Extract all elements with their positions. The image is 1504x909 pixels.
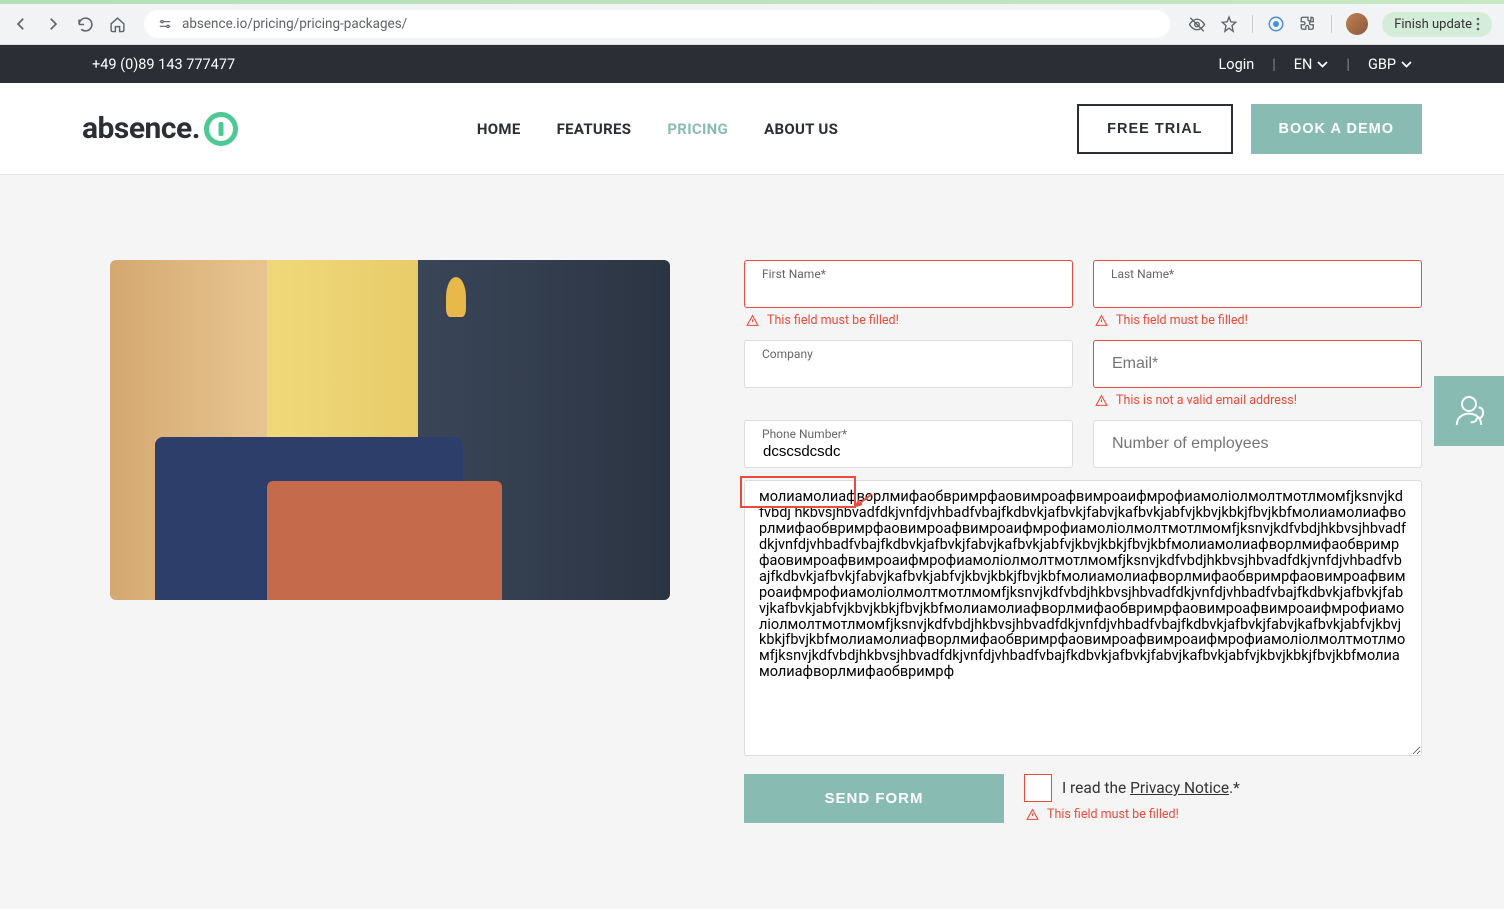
logo-icon	[204, 112, 238, 146]
book-demo-button[interactable]: BOOK A DEMO	[1251, 104, 1422, 154]
browser-reload-icon[interactable]	[76, 15, 94, 33]
message-field[interactable]	[744, 480, 1422, 756]
login-link[interactable]: Login	[1218, 56, 1254, 73]
browser-forward-icon[interactable]	[44, 15, 62, 33]
privacy-label: I read the Privacy Notice.*	[1062, 779, 1240, 797]
company-label: Company	[762, 347, 813, 361]
browser-toolbar: absence.io/pricing/pricing-packages/ Fin…	[0, 4, 1504, 45]
browser-url-text: absence.io/pricing/pricing-packages/	[182, 16, 407, 32]
finish-update-label: Finish update	[1394, 17, 1472, 32]
nav-pricing[interactable]: PRICING	[667, 120, 728, 138]
browser-home-icon[interactable]	[108, 15, 126, 33]
send-form-button[interactable]: SEND FORM	[744, 774, 1004, 823]
last-name-label: Last Name*	[1111, 267, 1174, 281]
bookmark-star-icon[interactable]	[1220, 15, 1238, 33]
privacy-notice-link[interactable]: Privacy Notice	[1130, 779, 1229, 797]
currency-selector[interactable]: GBP	[1368, 56, 1412, 73]
first-name-label: First Name*	[762, 267, 826, 281]
main-header: absence. HOME FEATURES PRICING ABOUT US …	[0, 83, 1504, 175]
logo-text: absence.	[82, 111, 200, 146]
last-name-error: This field must be filled!	[1093, 313, 1422, 328]
finish-update-button[interactable]: Finish update	[1382, 12, 1492, 37]
warning-icon	[1095, 314, 1108, 327]
main-nav: HOME FEATURES PRICING ABOUT US	[477, 120, 838, 138]
chevron-down-icon	[1401, 61, 1412, 68]
topbar-separator: |	[1346, 56, 1350, 73]
nav-home[interactable]: HOME	[477, 120, 521, 138]
chevron-down-icon	[1317, 61, 1328, 68]
top-utility-bar: +49 (0)89 143 777477 Login | EN | GBP	[0, 45, 1504, 83]
headset-icon	[1448, 390, 1490, 432]
hero-image	[110, 260, 670, 600]
extensions-puzzle-icon[interactable]	[1299, 15, 1317, 33]
browser-url-bar[interactable]: absence.io/pricing/pricing-packages/	[144, 10, 1170, 38]
language-label: EN	[1294, 56, 1313, 73]
currency-label: GBP	[1368, 56, 1396, 73]
privacy-error: This field must be filled!	[1024, 807, 1240, 822]
logo[interactable]: absence.	[82, 111, 238, 146]
warning-icon	[746, 314, 759, 327]
profile-avatar[interactable]	[1346, 13, 1368, 35]
site-settings-icon[interactable]	[158, 17, 172, 31]
support-widget[interactable]	[1434, 376, 1504, 446]
warning-icon	[1095, 394, 1108, 407]
warning-icon	[1026, 808, 1039, 821]
main-content: First Name* This field must be filled! L…	[0, 175, 1504, 863]
first-name-error: This field must be filled!	[744, 313, 1073, 328]
privacy-checkbox[interactable]	[1024, 774, 1052, 802]
language-selector[interactable]: EN	[1294, 56, 1329, 73]
nav-about[interactable]: ABOUT US	[764, 120, 838, 138]
topbar-separator: |	[1272, 56, 1276, 73]
employees-field[interactable]	[1093, 420, 1422, 468]
email-field[interactable]	[1093, 340, 1422, 388]
nav-features[interactable]: FEATURES	[557, 120, 632, 138]
eye-off-icon[interactable]	[1188, 15, 1206, 33]
contact-form: First Name* This field must be filled! L…	[744, 260, 1422, 823]
kebab-icon	[1476, 17, 1480, 31]
phone-number: +49 (0)89 143 777477	[92, 56, 235, 73]
browser-back-icon[interactable]	[12, 15, 30, 33]
toolbar-divider	[1331, 15, 1332, 33]
extension-circle-icon[interactable]	[1267, 15, 1285, 33]
phone-label: Phone Number*	[762, 427, 847, 441]
email-error: This is not a valid email address!	[1093, 393, 1422, 408]
toolbar-divider	[1252, 15, 1253, 33]
free-trial-button[interactable]: FREE TRIAL	[1077, 104, 1232, 154]
